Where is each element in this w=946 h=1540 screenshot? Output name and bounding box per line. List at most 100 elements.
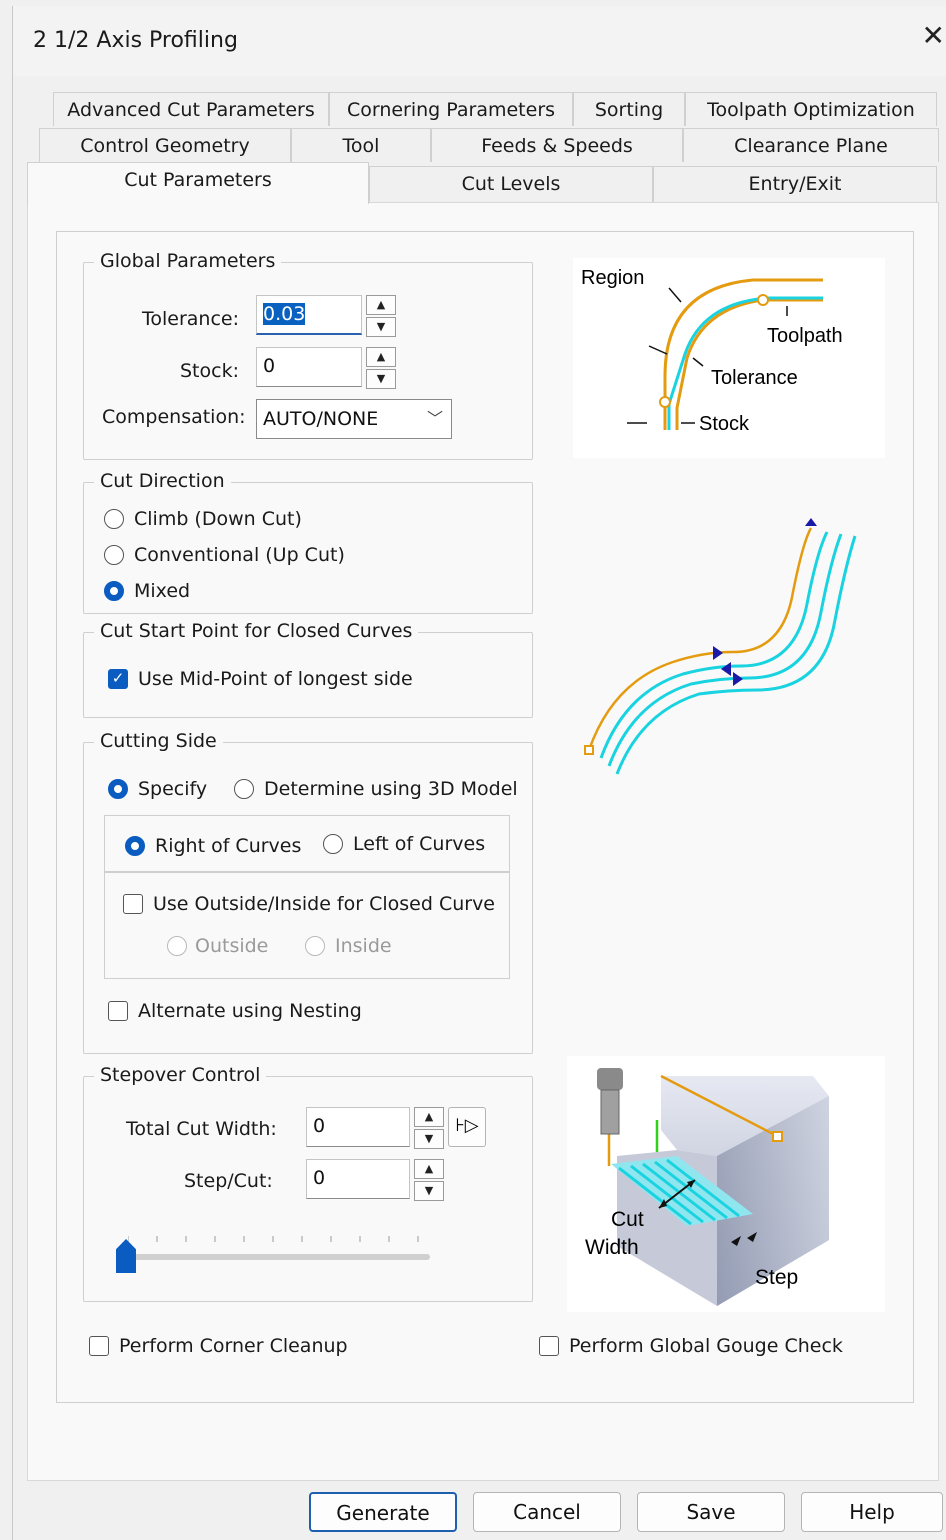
title-bar: 2 1/2 Axis Profiling ✕	[13, 6, 946, 76]
tolerance-diag-label: Tolerance	[711, 367, 798, 389]
stock-input[interactable]: 0	[256, 347, 362, 387]
tolerance-spinner[interactable]: ▲ ▼	[366, 295, 396, 337]
help-button[interactable]: Help	[801, 1492, 943, 1532]
tab-cut-parameters[interactable]: Cut Parameters	[27, 162, 369, 204]
save-button[interactable]: Save	[637, 1492, 785, 1532]
spin-down-icon[interactable]: ▼	[414, 1129, 444, 1149]
compensation-dropdown[interactable]: AUTO/NONE ﹀	[256, 399, 452, 439]
inside-radio[interactable]	[305, 936, 325, 956]
generate-button[interactable]: Generate	[309, 1492, 457, 1532]
total-cut-width-input[interactable]: 0	[306, 1107, 410, 1147]
specify-radio[interactable]	[108, 779, 128, 799]
spin-up-icon[interactable]: ▲	[366, 295, 396, 315]
toolpath-label: Toolpath	[767, 325, 843, 347]
stepover-control-group: Stepover Control Total Cut Width: 0 ▲ ▼ ⊦…	[83, 1063, 533, 1302]
right-of-curves-label: Right of Curves	[155, 835, 302, 857]
conventional-radio[interactable]	[104, 545, 124, 565]
tolerance-input[interactable]: 0.03	[256, 295, 362, 335]
gouge-check-label: Perform Global Gouge Check	[569, 1335, 843, 1357]
spin-down-icon[interactable]: ▼	[366, 369, 396, 389]
outside-inside-label: Use Outside/Inside for Closed Curve	[153, 893, 495, 915]
group-title: Cutting Side	[94, 729, 223, 753]
tab-entry-exit[interactable]: Entry/Exit	[653, 166, 937, 202]
compensation-label: Compensation:	[102, 406, 246, 428]
spin-down-icon[interactable]: ▼	[414, 1181, 444, 1201]
cut-direction-group: Cut Direction Climb (Down Cut) Conventio…	[83, 469, 533, 614]
spin-up-icon[interactable]: ▲	[366, 347, 396, 367]
tolerance-value: 0.03	[263, 303, 306, 325]
left-of-curves-label: Left of Curves	[353, 833, 486, 855]
outside-label: Outside	[195, 935, 269, 957]
corner-cleanup-checkbox[interactable]	[89, 1336, 109, 1356]
inside-label: Inside	[335, 935, 392, 957]
dialog-window: 2 1/2 Axis Profiling ✕ Advanced Cut Para…	[12, 6, 946, 1540]
calculator-icon[interactable]: ⊦▷	[448, 1107, 486, 1147]
cut-direction-diagram	[584, 518, 857, 775]
mixed-radio[interactable]	[104, 581, 124, 601]
spin-up-icon[interactable]: ▲	[414, 1107, 444, 1127]
tab-sorting[interactable]: Sorting	[573, 92, 685, 126]
tab-clearance-plane[interactable]: Clearance Plane	[683, 128, 939, 162]
group-title: Cut Start Point for Closed Curves	[94, 619, 419, 643]
compensation-value: AUTO/NONE	[263, 408, 379, 430]
stepover-slider-thumb[interactable]	[116, 1239, 136, 1273]
tolerance-diagram-svg: Region Toolpath Tolerance Stock	[581, 267, 843, 435]
step-cut-spinner[interactable]: ▲ ▼	[414, 1159, 444, 1201]
outside-inside-checkbox[interactable]	[123, 894, 143, 914]
specify-label: Specify	[138, 778, 208, 800]
tab-toolpath-optimization[interactable]: Toolpath Optimization	[685, 92, 937, 126]
region-label: Region	[581, 267, 644, 289]
cut-diag-label: Cut	[611, 1208, 644, 1231]
curve-side-box: Right of Curves Left of Curves	[104, 815, 510, 873]
closed-curve-box: Use Outside/Inside for Closed Curve Outs…	[104, 871, 510, 979]
tab-feeds-speeds[interactable]: Feeds & Speeds	[431, 128, 683, 162]
spin-up-icon[interactable]: ▲	[414, 1159, 444, 1179]
mixed-label: Mixed	[134, 580, 191, 602]
total-cut-width-spinner[interactable]: ▲ ▼	[414, 1107, 444, 1149]
cutting-side-group: Cutting Side Specify Determine using 3D …	[83, 729, 533, 1054]
stepover-slider-track[interactable]	[120, 1254, 430, 1260]
step-cut-label: Step/Cut:	[184, 1170, 273, 1192]
determine-radio[interactable]	[234, 779, 254, 799]
stepover-diagram-svg: Cut Width Step	[585, 1068, 829, 1306]
stock-diag-label: Stock	[699, 413, 750, 435]
outside-radio[interactable]	[167, 936, 187, 956]
group-title: Stepover Control	[94, 1063, 267, 1087]
right-of-curves-radio[interactable]	[125, 836, 145, 856]
tab-panel: Global Parameters Tolerance: 0.03 ▲ ▼ Sto…	[27, 202, 939, 1481]
chevron-down-icon: ﹀	[426, 409, 443, 428]
stepover-diagram: Cut Width Step	[567, 1056, 885, 1312]
midpoint-checkbox[interactable]: ✓	[108, 669, 128, 689]
gouge-check-checkbox[interactable]	[539, 1336, 559, 1356]
climb-radio[interactable]	[104, 509, 124, 529]
climb-label: Climb (Down Cut)	[134, 508, 302, 530]
determine-label: Determine using 3D Model	[264, 778, 518, 800]
window-title: 2 1/2 Axis Profiling	[33, 28, 238, 53]
spin-down-icon[interactable]: ▼	[366, 317, 396, 337]
tab-control-geometry[interactable]: Control Geometry	[39, 128, 291, 162]
corner-cleanup-label: Perform Corner Cleanup	[119, 1335, 348, 1357]
group-title: Global Parameters	[94, 249, 282, 273]
tab-cornering-parameters[interactable]: Cornering Parameters	[329, 92, 573, 126]
tab-cut-levels[interactable]: Cut Levels	[369, 166, 653, 202]
step-diag-label: Step	[755, 1266, 798, 1289]
global-parameters-group: Global Parameters Tolerance: 0.03 ▲ ▼ Sto…	[83, 249, 533, 460]
tolerance-label: Tolerance:	[142, 308, 240, 330]
stock-label: Stock:	[180, 360, 239, 382]
stock-spinner[interactable]: ▲ ▼	[366, 347, 396, 389]
step-cut-input[interactable]: 0	[306, 1159, 410, 1199]
group-title: Cut Direction	[94, 469, 231, 493]
width-diag-label: Width	[585, 1236, 639, 1259]
nesting-checkbox[interactable]	[108, 1001, 128, 1021]
cut-start-group: Cut Start Point for Closed Curves ✓ Use …	[83, 619, 533, 718]
nesting-label: Alternate using Nesting	[138, 1000, 362, 1022]
slider-ticks	[127, 1229, 428, 1242]
cancel-button[interactable]: Cancel	[473, 1492, 621, 1532]
tab-advanced-cut-parameters[interactable]: Advanced Cut Parameters	[53, 92, 329, 126]
close-icon[interactable]: ✕	[922, 22, 945, 50]
content-frame: Global Parameters Tolerance: 0.03 ▲ ▼ Sto…	[56, 231, 914, 1403]
tolerance-diagram: Region Toolpath Tolerance Stock	[573, 258, 885, 458]
midpoint-label: Use Mid-Point of longest side	[138, 668, 413, 690]
left-of-curves-radio[interactable]	[323, 834, 343, 854]
tab-tool[interactable]: Tool	[291, 128, 431, 162]
